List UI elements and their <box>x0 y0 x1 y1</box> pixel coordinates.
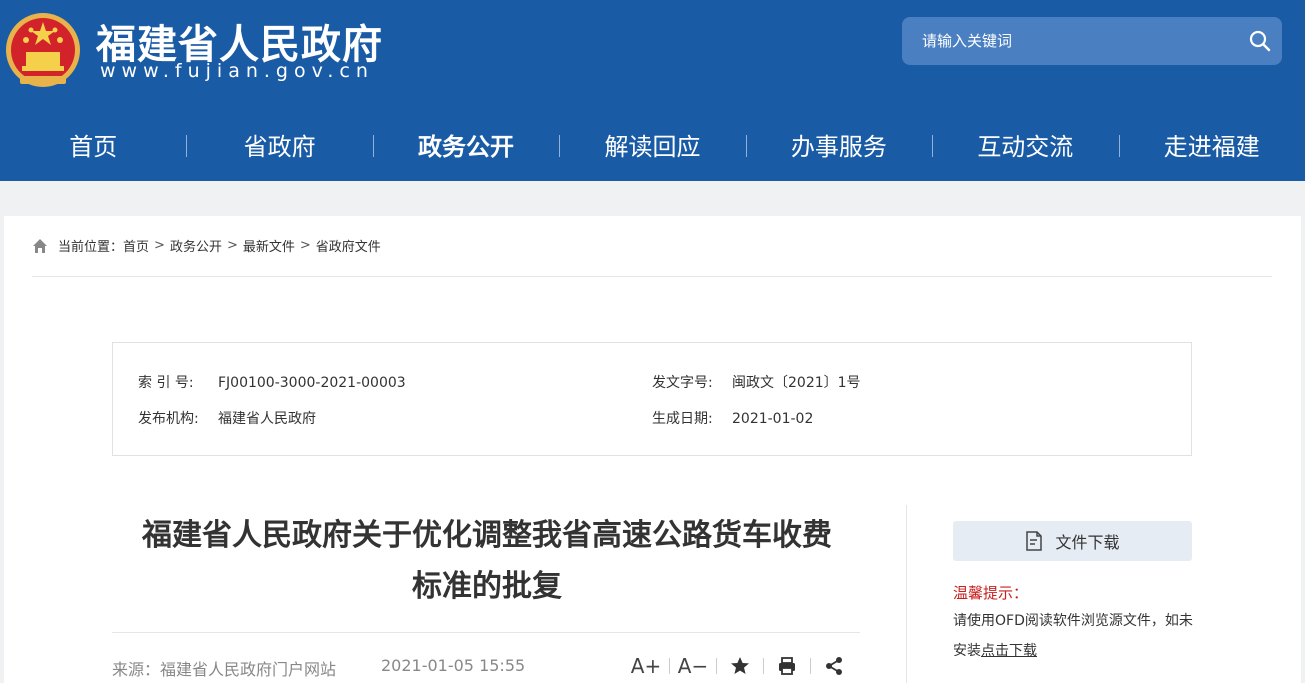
nav-item-about-fujian[interactable]: 走进福建 <box>1118 113 1305 181</box>
font-larger-button[interactable]: A+ <box>629 654 663 678</box>
nav-item-interpretation[interactable]: 解读回应 <box>559 113 745 181</box>
toolbar-divider <box>716 658 717 674</box>
document-title-line2: 标准的批复 <box>412 569 562 604</box>
document-meta-box: 索 引 号: FJ00100-3000-2021-00003 发文字号: 闽政文〔2… <box>112 342 1192 456</box>
toolbar-divider <box>669 658 670 674</box>
nav-item-gov-affairs[interactable]: 政务公开 <box>372 113 559 181</box>
file-download-icon <box>1026 531 1043 551</box>
document-title-line1: 福建省人民政府关于优化调整我省高速公路货车收费 <box>142 518 832 553</box>
tip-text: 请使用OFD阅读软件浏览源文件，如未安装点击下载 <box>953 606 1193 666</box>
meta-doc-number-value: 闽政文〔2021〕1号 <box>732 375 861 391</box>
star-icon <box>731 657 749 674</box>
print-button[interactable] <box>770 656 804 676</box>
national-emblem-icon <box>6 13 80 87</box>
nav-item-home[interactable]: 首页 <box>0 113 186 181</box>
breadcrumb-latest-docs[interactable]: 最新文件 <box>243 236 295 255</box>
meta-issuer-value: 福建省人民政府 <box>218 411 316 427</box>
meta-index: 索 引 号: FJ00100-3000-2021-00003 <box>138 372 406 392</box>
meta-index-value: FJ00100-3000-2021-00003 <box>218 375 406 391</box>
nav-item-provincial-gov[interactable]: 省政府 <box>186 113 372 181</box>
meta-date: 生成日期: 2021-01-02 <box>652 408 813 428</box>
breadcrumb-separator: > <box>154 238 165 253</box>
font-smaller-button[interactable]: A− <box>676 654 710 678</box>
meta-index-label: 索 引 号: <box>138 375 194 391</box>
search-box <box>902 17 1282 65</box>
search-icon[interactable] <box>1248 29 1272 53</box>
article-datetime: 2021-01-05 15:55 <box>381 656 526 675</box>
home-icon <box>33 238 47 253</box>
breadcrumb: 当前位置： 首页 > 政务公开 > 最新文件 > 省政府文件 <box>32 236 381 255</box>
breadcrumb-gov-affairs[interactable]: 政务公开 <box>170 236 222 255</box>
breadcrumb-prefix: 当前位置： <box>58 240 124 255</box>
article-source: 来源：福建省人民政府门户网站 <box>112 660 337 679</box>
breadcrumb-separator: > <box>226 238 238 253</box>
meta-date-label: 生成日期: <box>652 411 713 427</box>
sidebar-divider <box>906 505 907 683</box>
nav-item-interaction[interactable]: 互动交流 <box>932 113 1118 181</box>
breadcrumb-separator: > <box>299 238 311 253</box>
document-title: 福建省人民政府关于优化调整我省高速公路货车收费 标准的批复 <box>112 510 862 612</box>
main-nav: 首页 省政府 政务公开 解读回应 办事服务 互动交流 走进福建 <box>0 113 1305 181</box>
meta-issuer: 发布机构: 福建省人民政府 <box>138 408 316 428</box>
share-button[interactable] <box>817 656 851 676</box>
nav-item-services[interactable]: 办事服务 <box>745 113 932 181</box>
ofd-download-link[interactable]: 点击下载 <box>981 643 1037 659</box>
divider <box>112 632 860 633</box>
toolbar-divider <box>810 658 811 674</box>
site-url[interactable]: www.fujian.gov.cn <box>100 60 374 82</box>
divider <box>32 276 1272 277</box>
print-icon <box>779 657 795 675</box>
article-toolbar: A+ A− <box>629 652 851 680</box>
file-download-button[interactable]: 文件下载 <box>953 521 1192 561</box>
toolbar-divider <box>763 658 764 674</box>
share-icon <box>826 657 842 675</box>
meta-date-value: 2021-01-02 <box>732 411 814 427</box>
meta-issuer-label: 发布机构: <box>138 411 199 427</box>
favorite-button[interactable] <box>723 656 757 676</box>
content-panel: 当前位置： 首页 > 政务公开 > 最新文件 > 省政府文件 索 引 号: FJ0… <box>4 216 1301 683</box>
breadcrumb-home[interactable]: 首页 <box>123 236 149 255</box>
meta-doc-number-label: 发文字号: <box>652 375 713 391</box>
search-input[interactable] <box>922 17 1232 65</box>
tip-title: 温馨提示： <box>953 584 1029 602</box>
file-download-label: 文件下载 <box>1055 533 1120 552</box>
site-header: 福建省人民政府 www.fujian.gov.cn 首页 省政府 政务公开 解读… <box>0 0 1305 181</box>
meta-doc-number: 发文字号: 闽政文〔2021〕1号 <box>652 372 861 392</box>
breadcrumb-provincial-docs[interactable]: 省政府文件 <box>316 236 381 255</box>
